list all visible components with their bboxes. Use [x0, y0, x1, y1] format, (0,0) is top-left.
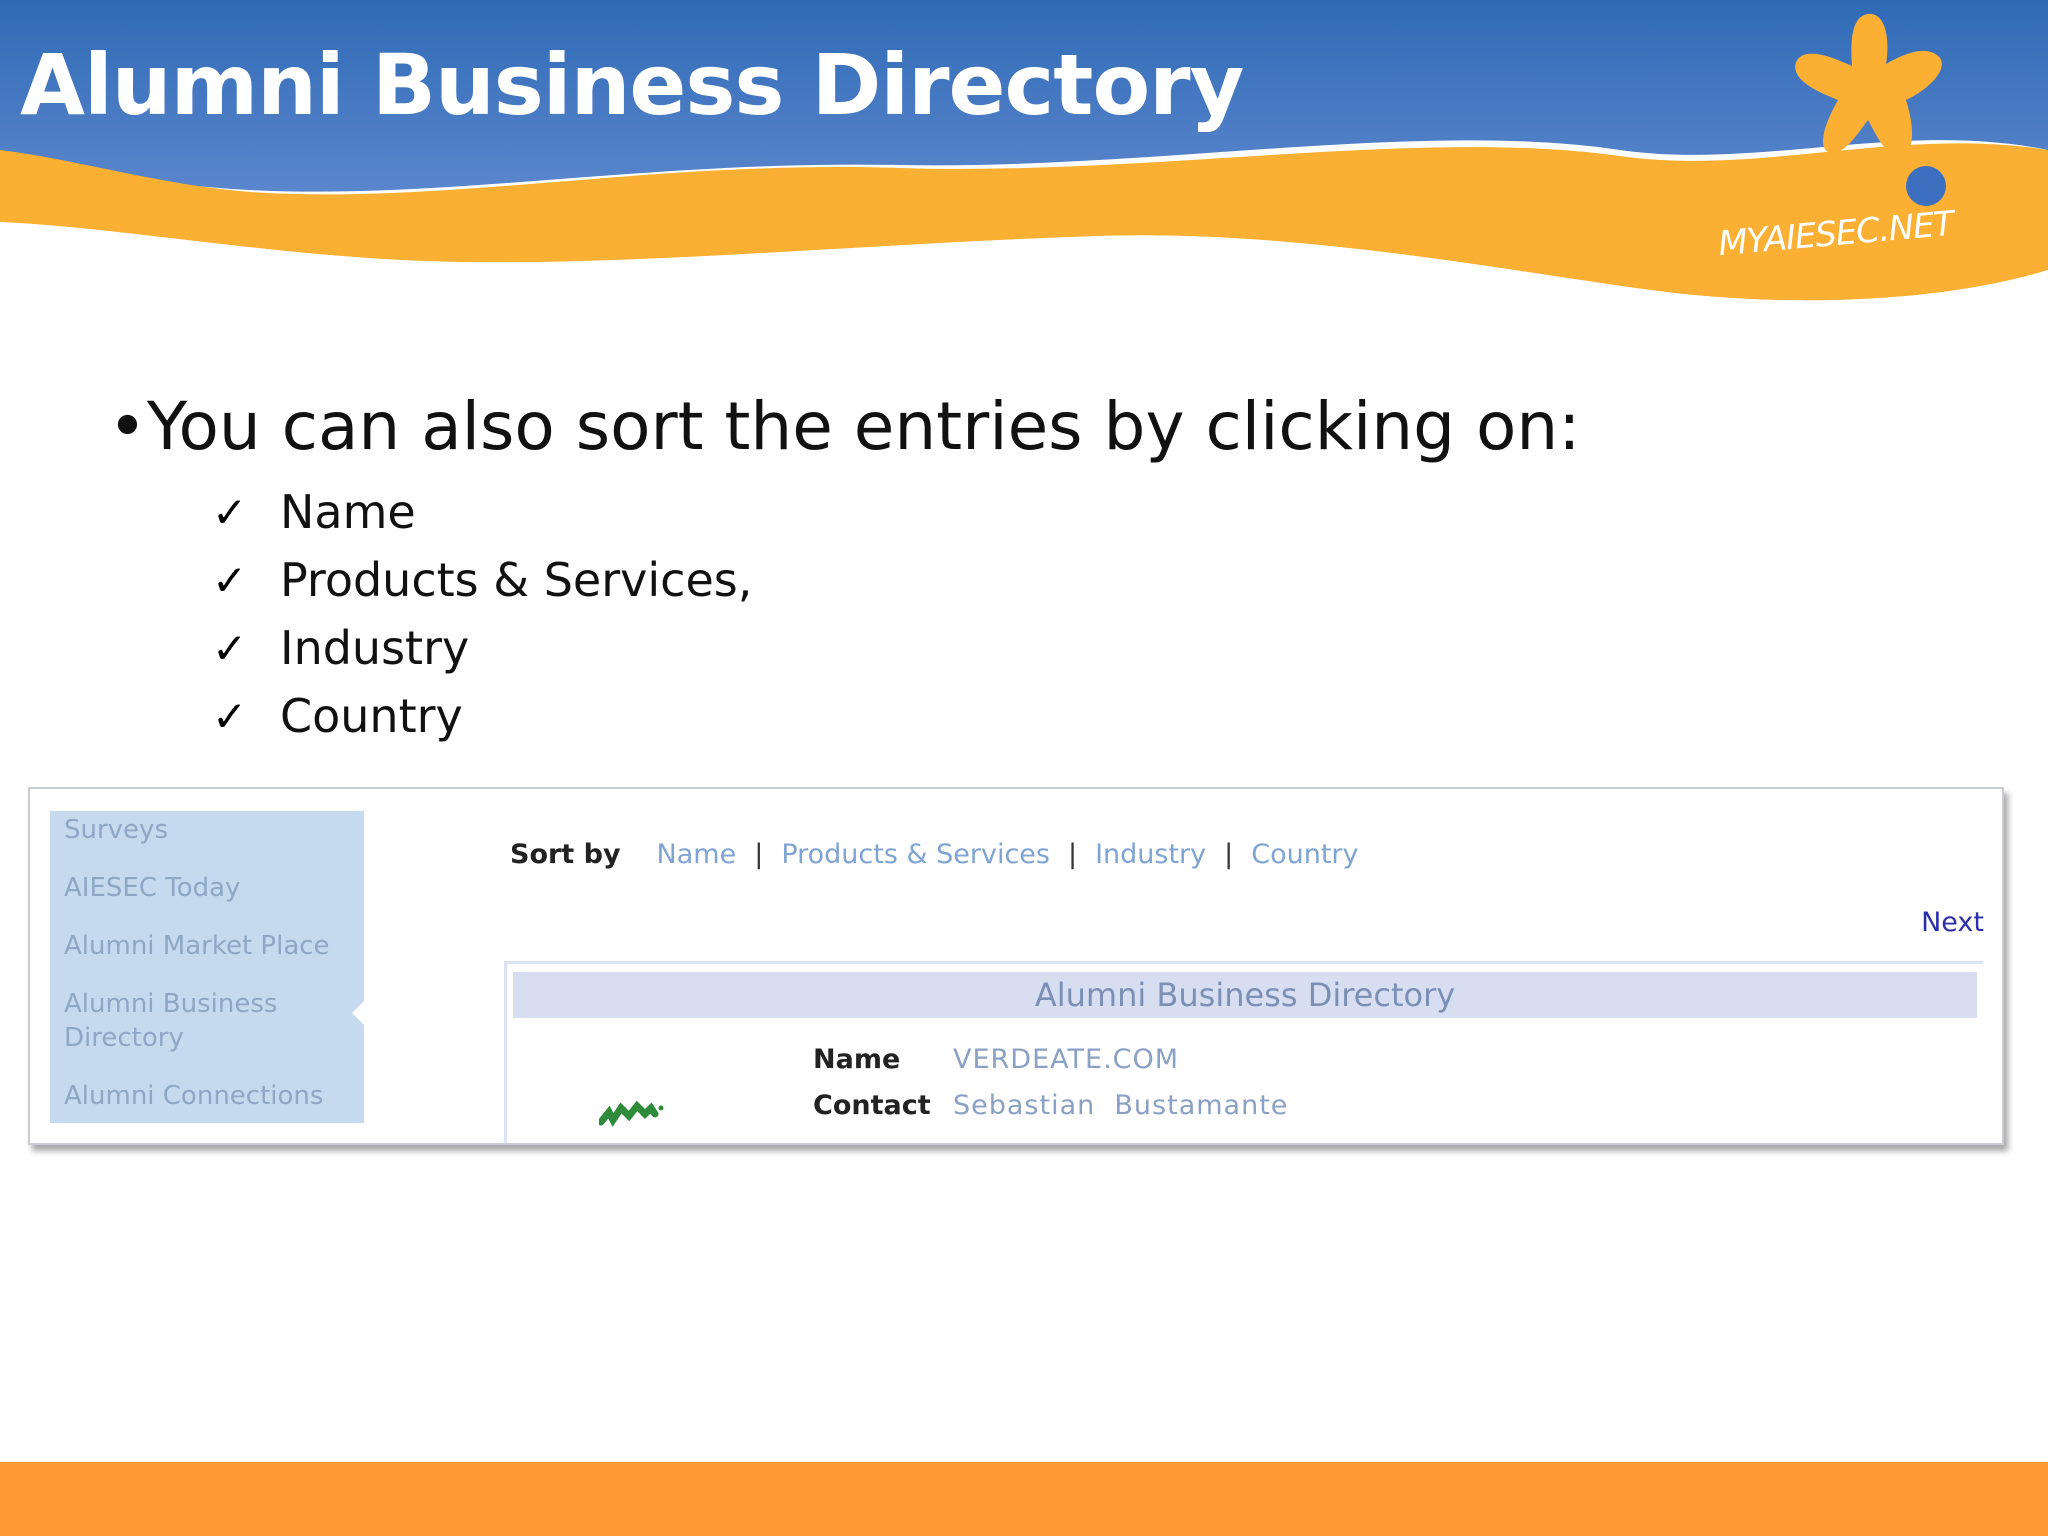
directory-header: Alumni Business Directory: [513, 972, 1977, 1018]
sort-link-name[interactable]: Name: [657, 839, 737, 870]
separator: |: [1224, 839, 1234, 870]
field-value-link[interactable]: Sebastian Bustamante: [953, 1090, 1288, 1121]
check-icon: ✓: [212, 487, 248, 537]
sort-bar: Sort by Name | Products & Services | Ind…: [510, 839, 1359, 870]
company-logo-icon: [599, 1100, 664, 1127]
separator: |: [754, 839, 764, 870]
list-item: ✓ Name: [212, 478, 752, 546]
sidebar-item-alumni-market-place[interactable]: Alumni Market Place: [50, 929, 364, 963]
slide-title: Alumni Business Directory: [20, 36, 1244, 134]
separator: |: [1067, 839, 1078, 870]
list-item-label: Name: [280, 485, 416, 539]
next-page-link[interactable]: Next: [1921, 907, 1984, 938]
field-value-link[interactable]: VERDEATE.COM: [953, 1044, 1179, 1075]
list-item: ✓ Country: [212, 682, 752, 750]
list-item-label: Products & Services,: [280, 553, 753, 607]
check-icon: ✓: [212, 623, 248, 673]
directory-field-contact: Contact Sebastian Bustamante: [813, 1090, 1288, 1121]
sort-options-list: ✓ Name ✓ Products & Services, ✓ Industry ✓ C…: [212, 478, 752, 750]
bullet-text: •You can also sort the entries by clicki…: [108, 388, 1581, 465]
list-item: ✓ Products & Services,: [212, 546, 752, 614]
sidebar-item-alumni-connections[interactable]: Alumni Connections: [50, 1079, 364, 1113]
embedded-screenshot: Surveys AIESEC Today Alumni Market Place…: [28, 787, 2004, 1145]
sidebar-nav: Surveys AIESEC Today Alumni Market Place…: [50, 811, 366, 1123]
sort-label: Sort by: [510, 839, 621, 870]
active-item-indicator: [352, 999, 366, 1027]
directory-field-name: Name VERDEATE.COM: [813, 1044, 1179, 1075]
field-label: Name: [813, 1044, 901, 1075]
list-item-label: Industry: [280, 621, 470, 675]
list-item: ✓ Industry: [212, 614, 752, 682]
sort-link-industry[interactable]: Industry: [1095, 839, 1206, 870]
check-icon: ✓: [212, 555, 248, 605]
sidebar-item-alumni-business-directory[interactable]: Alumni Business Directory: [50, 987, 298, 1055]
list-item-label: Country: [280, 689, 463, 743]
footer-bar: [0, 1462, 2048, 1536]
directory-panel: Alumni Business Directory Name VERDEATE.…: [504, 961, 1983, 1143]
field-label: Contact: [813, 1090, 931, 1121]
sort-link-country[interactable]: Country: [1251, 839, 1358, 870]
check-icon: ✓: [212, 691, 248, 741]
sidebar-item-surveys[interactable]: Surveys: [50, 813, 364, 847]
sidebar-item-aiesec-today[interactable]: AIESEC Today: [50, 871, 364, 905]
sort-link-products-services[interactable]: Products & Services: [781, 839, 1050, 870]
